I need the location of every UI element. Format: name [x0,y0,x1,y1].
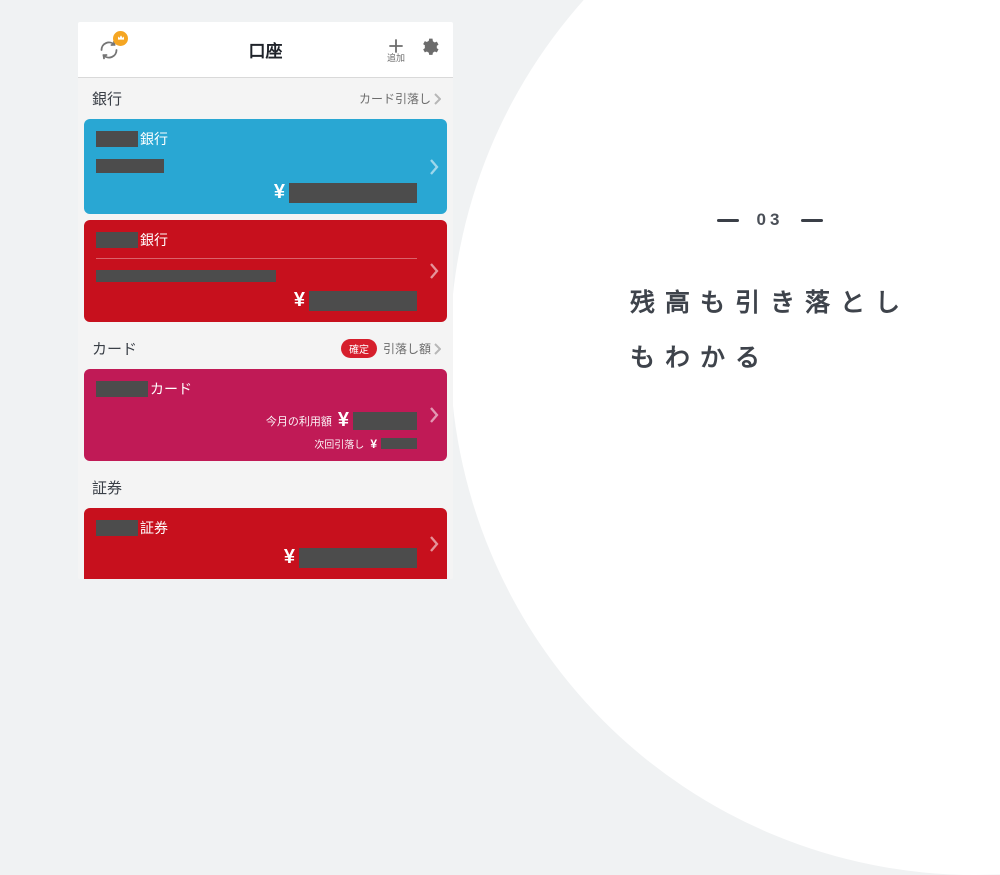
hero-headline: 残高も引き落とし もわかる [630,276,910,386]
hero-number-row: 03 [630,210,910,230]
section-header-card: カード 確定 引落し額 [78,328,453,369]
dash-icon [717,219,739,222]
account-name-suffix: 銀行 [140,129,168,149]
chevron-right-icon [429,406,439,424]
app-screen: 口座 追加 銀行 カード引落し 銀行 [78,22,453,579]
account-name-suffix: 証券 [140,518,168,538]
usage-label: 今月の利用額 [266,413,332,429]
hero-number: 03 [757,210,784,230]
next-debit-label: 次回引落し [314,436,364,451]
masked-amount [353,412,417,430]
masked-text [96,520,138,536]
app-header: 口座 追加 [78,22,453,78]
chevron-right-icon [429,535,439,553]
chevron-right-icon [429,262,439,280]
masked-text [96,232,138,248]
section-title: 銀行 [92,88,122,109]
link-label: 引落し額 [383,340,431,357]
masked-text [96,159,164,173]
currency-symbol: ¥ [274,181,285,204]
refresh-button[interactable] [96,37,122,63]
section-header-securities: 証券 [78,467,453,508]
section-header-bank: 銀行 カード引落し [78,78,453,119]
masked-balance [309,291,417,311]
gear-icon [419,37,439,57]
account-card-credit-1[interactable]: カード 今月の利用額 ¥ 次回引落し ¥ [84,369,447,461]
masked-text [96,131,138,147]
background-curve [450,0,1000,875]
currency-symbol: ¥ [284,546,295,569]
masked-text [96,381,148,397]
masked-balance [289,183,417,203]
page-title: 口座 [249,37,283,62]
masked-balance [299,548,417,568]
dash-icon [801,219,823,222]
headline-line-2: もわかる [630,331,910,386]
account-name-suffix: カード [150,379,192,399]
confirmed-badge: 確定 [341,339,377,358]
chevron-right-icon [433,93,441,105]
card-debit-link[interactable]: カード引落し [359,90,441,107]
masked-amount [381,438,417,449]
add-label: 追加 [387,54,405,63]
currency-symbol: ¥ [370,437,377,451]
account-card-securities-1[interactable]: 証券 ¥ [84,508,447,579]
hero-text: 03 残高も引き落とし もわかる [630,210,910,386]
currency-symbol: ¥ [338,409,349,432]
chevron-right-icon [429,158,439,176]
masked-text [96,270,276,282]
account-card-bank-2[interactable]: 銀行 ¥ [84,220,447,322]
divider [96,258,417,259]
account-name-suffix: 銀行 [140,230,168,250]
account-card-bank-1[interactable]: 銀行 ¥ [84,119,447,214]
section-title: 証券 [92,477,122,498]
debit-amount-link[interactable]: 確定 引落し額 [341,339,441,358]
currency-symbol: ¥ [294,289,305,312]
add-account-button[interactable]: 追加 [387,37,405,63]
section-title: カード [92,338,137,359]
link-label: カード引落し [359,90,431,107]
headline-line-1: 残高も引き落とし [630,276,910,331]
settings-button[interactable] [419,37,439,62]
chevron-right-icon [433,343,441,355]
crown-badge-icon [113,31,128,46]
